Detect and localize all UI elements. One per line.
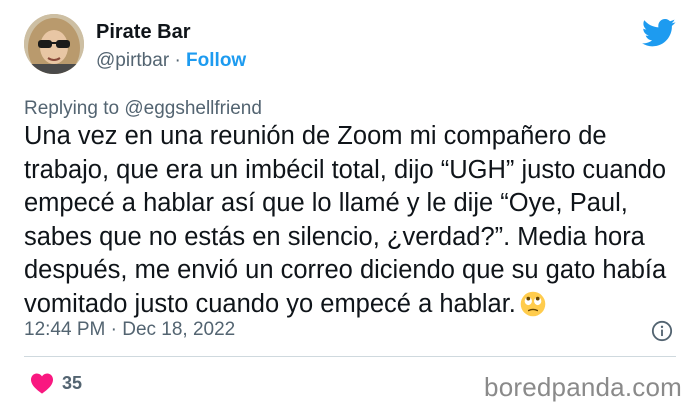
replying-to: Replying to @eggshellfriend xyxy=(24,97,262,121)
watermark-logo: boredpanda.com xyxy=(484,372,682,402)
heart-icon[interactable] xyxy=(30,372,54,394)
tweet-body: Una vez en una reunión de Zoom mi compañ… xyxy=(24,122,667,318)
tweet-date: Dec 18, 2022 xyxy=(122,319,236,340)
replying-prefix: Replying to xyxy=(24,98,125,119)
separator: · xyxy=(174,50,181,71)
avatar-image xyxy=(24,14,84,74)
reply-target-link[interactable]: @eggshellfriend xyxy=(124,98,262,119)
eye-roll-emoji-icon xyxy=(520,291,546,316)
tweet-text: Una vez en una reunión de Zoom mi compañ… xyxy=(24,120,684,321)
tweet-time: 12:44 PM xyxy=(24,319,106,340)
author-name[interactable]: Pirate Bar xyxy=(96,20,191,44)
author-handle-row: @pirtbar · Follow xyxy=(96,49,246,73)
tweet-timestamp[interactable]: 12:44 PM · Dec 18, 2022 xyxy=(24,318,235,342)
like-count[interactable]: 35 xyxy=(62,372,82,394)
separator: · xyxy=(110,319,117,340)
divider xyxy=(24,356,676,357)
info-icon[interactable] xyxy=(651,320,673,342)
avatar[interactable] xyxy=(24,14,84,74)
author-handle[interactable]: @pirtbar xyxy=(96,50,169,71)
follow-button[interactable]: Follow xyxy=(186,50,246,71)
twitter-bird-icon[interactable] xyxy=(642,18,676,48)
